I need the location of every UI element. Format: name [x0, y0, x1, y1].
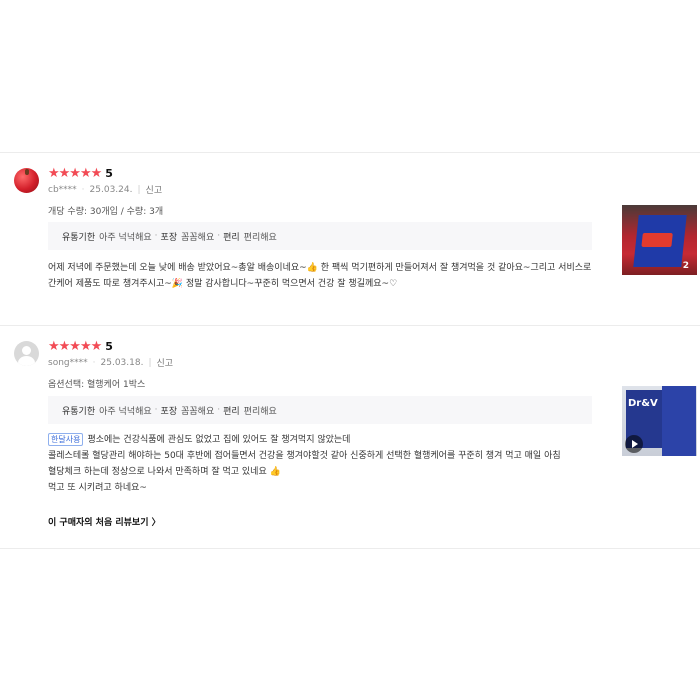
- review-body: 어제 저녁에 주문했는데 오늘 낮에 배송 받았어요~총알 배송이네요~👍 한 …: [48, 260, 596, 292]
- tag-label: 유통기한: [62, 232, 96, 243]
- user-icon: [22, 346, 31, 355]
- product-label: Dr&V: [628, 398, 658, 409]
- tag-value: 편리해요: [243, 232, 277, 243]
- rating: ★★★★★ 5: [48, 167, 113, 180]
- photo-count: 2: [682, 261, 689, 271]
- review-item: ★★★★★ 5 song**** · 25.03.18. | 신고 옵션선택: …: [0, 325, 700, 549]
- review-tags: 유통기한 아주 넉넉해요 · 포장 꼼꼼해요 · 편리 편리해요: [48, 222, 592, 250]
- review-text: 평소에는 건강식품에 관심도 없었고 집에 있어도 잘 챙겨먹지 않았는데: [87, 435, 351, 445]
- purchase-option: 옵션선택: 혈행케어 1박스: [48, 380, 146, 390]
- review-video-thumbnail[interactable]: Dr&V: [622, 386, 697, 456]
- reviewer-id: cb****: [48, 184, 77, 195]
- review-text: 어제 저녁에 주문했는데 오늘 낮에 배송 받았어요~총알 배송이네요~👍 한 …: [48, 263, 592, 289]
- reviewer-id: song****: [48, 357, 88, 368]
- play-icon[interactable]: [625, 435, 643, 453]
- avatar: [14, 168, 39, 193]
- report-button[interactable]: 신고: [157, 356, 174, 369]
- purchase-option: 개당 수량: 30개입 / 수량: 3개: [48, 207, 164, 217]
- review-meta: song**** · 25.03.18. | 신고: [48, 356, 174, 370]
- star-rating-icon: ★★★★★: [48, 339, 102, 354]
- tag-label: 유통기한: [62, 406, 96, 417]
- tag-value: 꼼꼼해요: [181, 232, 215, 243]
- review-body: 한달사용 평소에는 건강식품에 관심도 없었고 집에 있어도 잘 챙겨먹지 않았는…: [48, 432, 593, 496]
- review-tags: 유통기한 아주 넉넉해요 · 포장 꼼꼼해요 · 편리 편리해요: [48, 396, 592, 424]
- first-review-link[interactable]: 이 구매자의 처음 리뷰보기 〉: [48, 515, 161, 528]
- rating: ★★★★★ 5: [48, 340, 113, 353]
- tag-value: 편리해요: [243, 406, 277, 417]
- tag-value: 아주 넉넉해요: [99, 406, 152, 417]
- tag-label: 포장: [160, 232, 178, 243]
- star-rating-icon: ★★★★★: [48, 166, 102, 181]
- review-item: ★★★★★ 5 cb**** · 25.03.24. | 신고 개당 수량: 3…: [0, 152, 700, 325]
- review-text: 먹고 또 시키려고 하네요~: [48, 483, 147, 493]
- tag-value: 아주 넉넉해요: [99, 232, 152, 243]
- review-meta: cb**** · 25.03.24. | 신고: [48, 183, 163, 197]
- avatar: [14, 341, 39, 366]
- review-text: 콜레스테롤 혈당관리 해야하는 50대 후반에 접어들면서 건강을 챙겨야할것 …: [48, 451, 561, 477]
- report-button[interactable]: 신고: [146, 183, 163, 196]
- tag-label: 편리: [223, 232, 240, 243]
- review-photo-thumbnail[interactable]: 2: [622, 205, 697, 275]
- tag-label: 포장: [160, 406, 178, 417]
- review-date: 25.03.24.: [89, 184, 133, 195]
- rating-score: 5: [105, 167, 113, 180]
- usage-badge: 한달사용: [48, 433, 84, 446]
- review-date: 25.03.18.: [100, 357, 144, 368]
- tag-value: 꼼꼼해요: [181, 406, 215, 417]
- tag-label: 편리: [223, 406, 240, 417]
- rating-score: 5: [105, 340, 113, 353]
- product-image: [633, 215, 687, 267]
